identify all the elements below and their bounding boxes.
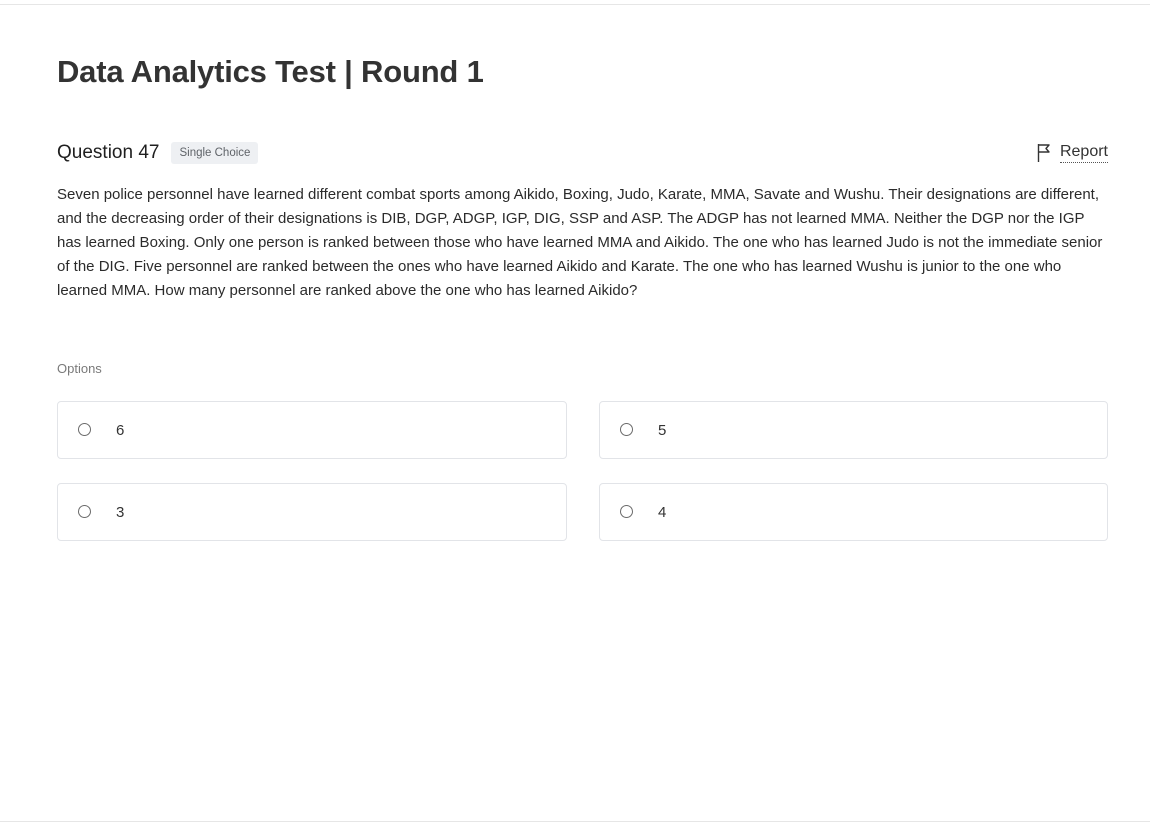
radio-button[interactable]	[620, 504, 633, 518]
radio-button[interactable]	[620, 422, 633, 436]
option-value: 4	[658, 503, 667, 521]
option-value: 6	[116, 421, 125, 439]
option-value: 5	[658, 421, 667, 439]
radio-button[interactable]	[78, 422, 91, 436]
report-button[interactable]: Report	[1036, 143, 1108, 163]
question-header: Question 47 Single Choice Report	[57, 140, 1108, 166]
option-value: 3	[116, 503, 125, 521]
bottom-divider	[0, 821, 1150, 822]
option-card[interactable]: 6	[57, 401, 567, 459]
page-title: Data Analytics Test | Round 1	[57, 54, 484, 89]
question-type-badge: Single Choice	[171, 142, 259, 164]
radio-button[interactable]	[78, 504, 91, 518]
question-text: Seven police personnel have learned diff…	[57, 186, 1103, 299]
top-divider	[0, 4, 1150, 5]
question-number: Question 47	[57, 142, 160, 163]
report-label: Report	[1059, 143, 1108, 163]
flag-icon	[1036, 143, 1052, 163]
options-label: Options	[57, 361, 102, 376]
test-page: Data Analytics Test | Round 1 Question 4…	[0, 0, 1150, 830]
option-card[interactable]: 3	[57, 483, 567, 541]
option-card[interactable]: 4	[599, 483, 1108, 541]
options-grid: 6 5 3 4	[57, 401, 1108, 541]
option-card[interactable]: 5	[599, 401, 1108, 459]
